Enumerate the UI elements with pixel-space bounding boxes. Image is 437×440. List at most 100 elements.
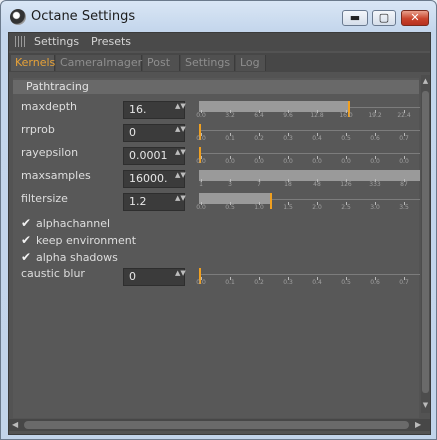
tick-label: 0.0 xyxy=(399,158,409,165)
scroll-down-icon[interactable]: ▼ xyxy=(421,401,430,409)
tick-label: 0.0 xyxy=(196,135,206,142)
slider-ticks: 0.0 0.1 0.2 0.3 0.4 0.5 0.6 0.7 xyxy=(196,133,420,143)
tab-kernels[interactable]: Kernels xyxy=(11,55,55,71)
tick-label: 0.0 xyxy=(196,158,206,165)
label-rrprob: rrprob xyxy=(21,123,55,136)
tick-label: 0.0 xyxy=(225,158,235,165)
spinner-icon[interactable]: ▲▼ xyxy=(175,171,186,179)
section-header[interactable]: Pathtracing xyxy=(13,80,419,94)
rrprob-slider[interactable]: 0.0 0.1 0.2 0.3 0.4 0.5 0.6 0.7 xyxy=(196,124,420,144)
minimize-button[interactable]: ▬ xyxy=(342,10,368,26)
slider-ticks: 0.0 0.5 1.0 1.5 2.0 2.5 3.0 3.5 xyxy=(196,202,420,212)
tick-label: 0.0 xyxy=(283,158,293,165)
tick-label: 3.2 xyxy=(225,112,235,119)
grip-icon[interactable] xyxy=(15,36,27,47)
tick-label: 7 xyxy=(257,181,261,188)
checkbox-keep-environment[interactable]: ✔ keep environment xyxy=(21,233,136,247)
tick-label: 0.6 xyxy=(370,135,380,142)
tick-label: 126 xyxy=(340,181,352,188)
scroll-left-icon[interactable]: ◀ xyxy=(12,419,18,431)
spinner-icon[interactable]: ▲▼ xyxy=(175,194,186,202)
slider-track xyxy=(199,153,420,154)
tab-bar: Kernels CameraImager Post Settings Log xyxy=(9,53,430,72)
label-maxdepth: maxdepth xyxy=(21,100,77,113)
tick-label: 0.0 xyxy=(196,279,206,286)
close-icon: ✕ xyxy=(410,11,420,24)
horizontal-scrollbar[interactable]: ◀ ▶ xyxy=(9,419,430,431)
spinner-icon[interactable]: ▲▼ xyxy=(175,125,186,133)
tick-label: 18 xyxy=(284,181,292,188)
maxsamples-slider[interactable]: 1 3 7 18 48 126 333 87 xyxy=(199,170,420,190)
title-bar[interactable]: Octane Settings ▬ ▢ ✕ xyxy=(1,1,436,32)
tick-label: 0.0 xyxy=(312,158,322,165)
horizontal-scroll-thumb[interactable] xyxy=(24,421,409,429)
spinner-icon[interactable]: ▲▼ xyxy=(175,148,186,156)
maxdepth-slider[interactable]: 0.0 3.2 6.4 9.6 12.8 16.0 19.2 22.4 xyxy=(196,101,420,121)
minimize-icon: ▬ xyxy=(349,11,361,24)
tick-label: 22.4 xyxy=(397,112,411,119)
maxdepth-field[interactable]: 16. ▲▼ xyxy=(123,101,186,119)
tick-label: 0.2 xyxy=(254,135,264,142)
rayepsilon-slider[interactable]: 0.0 0.0 0.0 0.0 0.0 0.0 0.0 0.0 xyxy=(196,147,420,167)
menu-bar: Settings Presets xyxy=(9,33,430,51)
rayepsilon-field[interactable]: 0.0001 ▲▼ xyxy=(123,147,186,165)
tick-label: 0.7 xyxy=(399,135,409,142)
tick-label: 1.5 xyxy=(283,204,293,211)
tick-label: 48 xyxy=(313,181,321,188)
checkbox-alphachannel[interactable]: ✔ alphachannel xyxy=(21,216,110,230)
checkbox-label: alphachannel xyxy=(36,217,111,230)
tick-label: 0.2 xyxy=(254,279,264,286)
tab-post[interactable]: Post xyxy=(143,55,180,71)
filtersize-slider[interactable]: 0.0 0.5 1.0 1.5 2.0 2.5 3.0 3.5 xyxy=(196,193,420,213)
vertical-scrollbar[interactable]: ▲ ▼ xyxy=(421,75,430,413)
checkbox-alpha-shadows[interactable]: ✔ alpha shadows xyxy=(21,250,118,264)
close-button[interactable]: ✕ xyxy=(401,10,429,26)
menu-settings[interactable]: Settings xyxy=(34,35,79,48)
tick-label: 0.5 xyxy=(341,279,351,286)
tick-label: 9.6 xyxy=(283,112,293,119)
tick-label: 0.0 xyxy=(254,158,264,165)
rayepsilon-value: 0.0001 xyxy=(129,149,168,162)
slider-ticks: 0.0 0.1 0.2 0.3 0.4 0.5 0.6 0.7 xyxy=(196,277,420,287)
tick-label: 333 xyxy=(369,181,381,188)
tick-label: 0.1 xyxy=(225,279,235,286)
label-filtersize: filtersize xyxy=(21,192,68,205)
caustic-blur-field[interactable]: 0 ▲▼ xyxy=(123,268,186,286)
checkbox-label: keep environment xyxy=(36,234,137,247)
tab-cameraimager[interactable]: CameraImager xyxy=(56,55,142,71)
scroll-right-icon[interactable]: ▶ xyxy=(415,419,421,431)
tick-label: 3 xyxy=(228,181,232,188)
tick-label: 0.0 xyxy=(341,158,351,165)
tab-settings[interactable]: Settings xyxy=(181,55,235,71)
checkbox-label: alpha shadows xyxy=(36,251,118,264)
tick-label: 16.0 xyxy=(339,112,353,119)
menu-presets[interactable]: Presets xyxy=(91,35,131,48)
vertical-scroll-thumb[interactable] xyxy=(422,91,429,393)
caustic-blur-value: 0 xyxy=(129,270,136,283)
spinner-icon[interactable]: ▲▼ xyxy=(175,269,186,277)
maxsamples-field[interactable]: 16000. ▲▼ xyxy=(123,170,186,188)
slider-ticks: 0.0 0.0 0.0 0.0 0.0 0.0 0.0 0.0 xyxy=(196,156,420,166)
tick-label: 3.5 xyxy=(399,204,409,211)
rrprob-value: 0 xyxy=(129,126,136,139)
filtersize-value: 1.2 xyxy=(129,195,147,208)
scroll-up-icon[interactable]: ▲ xyxy=(421,77,430,85)
maxdepth-value: 16. xyxy=(129,103,147,116)
tick-label: 1.0 xyxy=(254,204,264,211)
caustic-blur-slider[interactable]: 0.0 0.1 0.2 0.3 0.4 0.5 0.6 0.7 xyxy=(196,268,420,288)
tick-label: 0.4 xyxy=(312,135,322,142)
spinner-icon[interactable]: ▲▼ xyxy=(175,102,186,110)
checkmark-icon: ✔ xyxy=(21,216,32,230)
slider-ticks: 0.0 3.2 6.4 9.6 12.8 16.0 19.2 22.4 xyxy=(196,110,420,120)
octane-settings-window: Octane Settings ▬ ▢ ✕ Settings Presets K… xyxy=(0,0,437,440)
tick-label: 0.5 xyxy=(341,135,351,142)
tab-log[interactable]: Log xyxy=(236,55,266,71)
tick-label: 12.8 xyxy=(310,112,324,119)
filtersize-field[interactable]: 1.2 ▲▼ xyxy=(123,193,186,211)
maximize-button[interactable]: ▢ xyxy=(372,10,396,26)
tick-label: 0.3 xyxy=(283,135,293,142)
tick-label: 6.4 xyxy=(254,112,264,119)
rrprob-field[interactable]: 0 ▲▼ xyxy=(123,124,186,142)
label-caustic-blur: caustic blur xyxy=(21,267,85,280)
tick-label: 0.3 xyxy=(283,279,293,286)
